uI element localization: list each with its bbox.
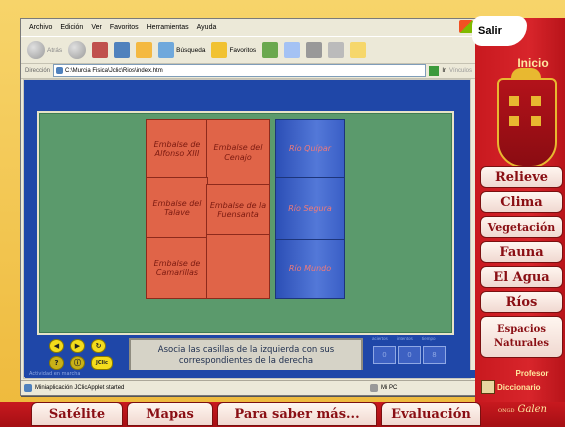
search-icon [158,42,175,58]
search-button[interactable]: Búsqueda [158,42,205,58]
menu-ayuda[interactable]: Ayuda [197,24,217,31]
home-icon[interactable] [136,42,153,58]
nav-clima[interactable]: Clima [480,191,563,213]
counter-label-aciertos: aciertos [372,336,388,341]
activity-message: Asocia las casillas de la izquierda con … [129,338,363,374]
windows-logo-icon [459,20,473,33]
piece-rio-mundo[interactable]: Río Mundo [275,239,345,299]
evaluacion-button[interactable]: Evaluación [381,402,481,426]
go-button[interactable]: Ir [442,68,446,74]
browser-status-bar: Miniaplicación JClicApplet started Mi PC [21,380,476,395]
stop-icon[interactable] [92,42,109,58]
nav-rios[interactable]: Ríos [480,291,563,313]
go-arrow-icon[interactable] [429,65,440,76]
favorites-button[interactable]: Favoritos [211,42,256,58]
diccionario-link[interactable]: Diccionario [481,380,541,394]
profesor-link[interactable]: Profesor [499,369,565,379]
counter-intentos: 0 [398,346,421,364]
back-button[interactable]: Atrás [27,41,62,59]
help-button[interactable]: ? [49,356,64,370]
address-input[interactable]: C:\Murcia Fisica\Jclic\Rios\index.htm [53,64,427,77]
prev-activity-button[interactable]: ◀ [49,339,64,353]
folder-icon[interactable] [350,42,367,58]
piece-embalse-fuensanta[interactable]: Embalse de la Fuensanta [206,184,270,236]
address-bar: Dirección C:\Murcia Fisica\Jclic\Rios\in… [21,63,476,79]
page-content: Embalse de Alfonso XIII Embalse del Cena… [23,79,475,379]
puzzle-area: Embalse de Alfonso XIII Embalse del Cena… [146,119,345,315]
page-icon [56,67,64,74]
piece-embalse-camarillas[interactable]: Embalse de Camarillas [146,237,208,299]
next-activity-button[interactable]: ▶ [70,339,85,353]
nav-el-agua[interactable]: El Agua [480,266,563,288]
nav-vegetacion[interactable]: Vegetación [480,216,563,238]
piece-embalse-alfonso[interactable]: Embalse de Alfonso XIII [146,119,208,179]
history-icon[interactable] [262,42,279,58]
counter-label-tiempo: tiempo [422,336,436,341]
menu-edicion[interactable]: Edición [60,24,83,31]
salir-button[interactable]: Salir [472,16,527,46]
nav-relieve[interactable]: Relieve [480,166,563,188]
mapas-button[interactable]: Mapas [127,402,213,426]
nav-fauna[interactable]: Fauna [480,241,563,263]
browser-window: Archivo Edición Ver Favoritos Herramient… [20,18,477,396]
restart-button[interactable]: ↻ [91,339,106,353]
computer-icon [370,384,378,392]
activity-board: Embalse de Alfonso XIII Embalse del Cena… [37,111,454,335]
piece-rio-quipar[interactable]: Río Quípar [275,119,345,179]
menu-herramientas[interactable]: Herramientas [147,24,189,31]
menu-bar: Archivo Edición Ver Favoritos Herramient… [21,19,476,35]
galen-logo: ONGD Galen [498,404,547,415]
applet-status-icon [24,384,32,392]
star-icon [211,42,228,58]
para-saber-mas-button[interactable]: Para saber más... [217,402,377,426]
counter-label-intentos: intentos [397,336,413,341]
edit-icon[interactable] [328,42,345,58]
book-icon [481,380,495,394]
back-arrow-icon [27,41,45,59]
piece-empty-red[interactable] [206,234,270,299]
piece-embalse-talave[interactable]: Embalse del Talave [146,177,208,239]
counter-aciertos: 0 [373,346,396,364]
refresh-icon[interactable] [114,42,131,58]
menu-ver[interactable]: Ver [91,24,102,31]
mail-icon[interactable] [284,42,301,58]
info-button[interactable]: ⓘ [70,356,85,370]
menu-archivo[interactable]: Archivo [29,24,52,31]
menu-favoritos[interactable]: Favoritos [110,24,139,31]
counter-tiempo: 8 [423,346,446,364]
piece-rio-segura[interactable]: Río Segura [275,177,345,241]
activity-footer: ◀ ▶ ↻ ? ⓘ JClic Asocia las casillas de l… [37,336,450,374]
forward-button[interactable] [68,41,87,59]
jclic-logo-button[interactable]: JClic [91,356,113,370]
browser-toolbar: Atrás Búsqueda Favoritos [21,36,476,64]
satelite-button[interactable]: Satélite [31,402,123,426]
print-icon[interactable] [306,42,323,58]
jclic-applet: Embalse de Alfonso XIII Embalse del Cena… [24,80,475,378]
coat-of-arms-icon [497,68,557,168]
links-label[interactable]: Vínculos [449,68,472,74]
applet-status: Actividad en marcha [25,370,475,378]
piece-embalse-cenajo[interactable]: Embalse del Cenajo [206,119,270,186]
nav-espacios-naturales[interactable]: Espacios Naturales [480,316,563,358]
